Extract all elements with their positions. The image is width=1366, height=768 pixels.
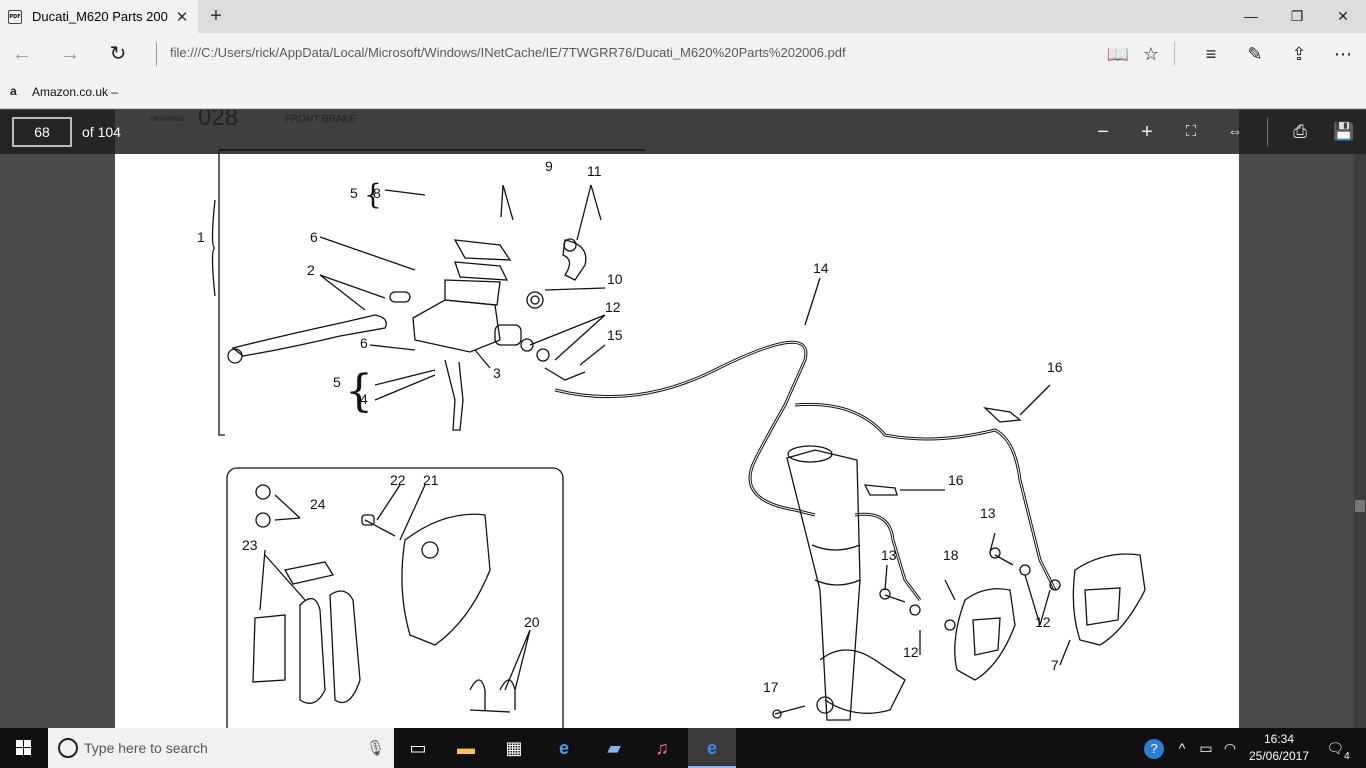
windows-logo-icon	[16, 740, 31, 755]
web-note-icon[interactable]: ✎	[1241, 41, 1269, 67]
favorite-amazon[interactable]: Amazon.co.uk –	[32, 85, 118, 99]
reading-view-icon[interactable]: 📖	[1104, 41, 1132, 67]
hub-icon[interactable]: ≡	[1197, 41, 1225, 67]
divider	[1174, 42, 1175, 66]
itunes-icon[interactable]: ♫	[638, 728, 686, 768]
callout: 1	[197, 229, 205, 245]
svg-text:{: {	[345, 366, 373, 417]
show-hidden-icons-icon[interactable]: ^	[1170, 728, 1194, 768]
favorite-star-icon[interactable]: ☆	[1137, 41, 1165, 67]
screen: PDF Ducati_M620 Parts 2006 ✕ + — ❐ ✕ ← →…	[0, 0, 1366, 768]
pdf-icon: PDF	[8, 9, 22, 24]
notification-icon: 🗨	[1326, 740, 1345, 756]
callout: 15	[607, 327, 623, 343]
callout: 12	[605, 299, 621, 315]
callout: 6	[360, 335, 368, 351]
callout: 9	[545, 158, 553, 174]
callout: 17	[763, 679, 779, 695]
page-total: of 104	[82, 124, 121, 140]
date: 25/06/2017	[1248, 749, 1310, 763]
action-center-icon[interactable]: 🗨4	[1318, 728, 1358, 768]
page-number-input[interactable]: 68	[12, 117, 72, 147]
callout: 13	[980, 505, 996, 521]
callout: 16	[1047, 359, 1063, 375]
amazon-icon[interactable]: a	[10, 84, 17, 98]
tab-active[interactable]: PDF Ducati_M620 Parts 2006 ✕	[0, 0, 198, 33]
scrollbar-thumb[interactable]	[1355, 500, 1365, 512]
taskbar: Type here to search 🎙 ▭ ▬ ▦ e ▰ ♫ e ? ^ …	[0, 728, 1366, 768]
close-tab-icon[interactable]: ✕	[174, 8, 190, 26]
refresh-icon[interactable]: ↻	[104, 41, 132, 67]
callout: 5	[333, 374, 341, 390]
save-icon[interactable]: 💾	[1329, 119, 1359, 145]
taskbar-clock[interactable]: 16:34 25/06/2017	[1248, 731, 1310, 765]
fit-width-icon[interactable]: ⇔	[1220, 119, 1250, 145]
cortana-icon	[58, 738, 78, 758]
taskbar-search[interactable]: Type here to search 🎙	[48, 728, 394, 768]
zoom-in-icon[interactable]: +	[1132, 119, 1162, 145]
favorites-bar: a Amazon.co.uk –	[0, 75, 1366, 109]
search-placeholder[interactable]: Type here to search	[84, 740, 208, 756]
forward-icon[interactable]: →	[56, 41, 84, 67]
new-tab-button[interactable]: +	[204, 5, 228, 29]
minimize-icon[interactable]: —	[1228, 0, 1274, 33]
help-icon[interactable]: ?	[1140, 728, 1168, 768]
callout: 10	[607, 271, 623, 287]
internet-explorer-icon[interactable]: e	[540, 728, 588, 768]
callout: 24	[310, 496, 326, 512]
pdf-page: 1 2 3 4 5 5 6 6 7 8 9 10 11 12 12 12 12	[115, 110, 1239, 728]
zoom-out-icon[interactable]: −	[1088, 119, 1118, 145]
callout: 2	[307, 262, 315, 278]
divider	[156, 42, 157, 66]
microphone-icon[interactable]: 🎙	[366, 739, 385, 757]
tab-title: Ducati_M620 Parts 2006	[32, 9, 168, 24]
notification-count: 4	[1344, 751, 1350, 762]
calculator-icon[interactable]: ▦	[490, 728, 538, 768]
print-icon[interactable]: ⎙	[1285, 119, 1315, 145]
callout: 6	[310, 229, 318, 245]
vertical-scrollbar[interactable]	[1354, 154, 1366, 728]
pdf-viewer: 1 2 3 4 5 5 6 6 7 8 9 10 11 12 12 12 12	[0, 110, 1366, 728]
callout: 14	[813, 260, 829, 276]
callout: 16	[948, 472, 964, 488]
share-icon[interactable]: ⇪	[1285, 41, 1313, 67]
callout: 13	[881, 547, 897, 563]
callout: 11	[587, 163, 602, 179]
callout: 12	[1035, 614, 1051, 630]
callout: 12	[903, 644, 919, 660]
svg-text:{: {	[364, 178, 382, 211]
callout: 22	[390, 472, 406, 488]
back-icon[interactable]: ←	[8, 41, 36, 67]
callout: 23	[242, 537, 258, 553]
address-bar[interactable]: file:///C:/Users/rick/AppData/Local/Micr…	[170, 45, 846, 60]
divider	[1267, 118, 1268, 146]
navigation-bar: ← → ↻ file:///C:/Users/rick/AppData/Loca…	[0, 33, 1366, 75]
desktop-app-icon[interactable]: ▰	[590, 728, 638, 768]
time: 16:34	[1263, 732, 1295, 746]
drawing-number: 028	[198, 110, 239, 131]
parts-diagram: 1 2 3 4 5 5 6 6 7 8 9 10 11 12 12 12 12	[197, 149, 1146, 728]
edge-icon[interactable]: e	[688, 728, 736, 768]
battery-icon[interactable]: ▭	[1194, 728, 1218, 768]
drawing-title: FRONT BRAKE	[285, 114, 356, 125]
callout: 18	[943, 547, 959, 563]
callout: 21	[423, 472, 439, 488]
more-icon[interactable]: ⋯	[1329, 41, 1357, 67]
tab-bar: PDF Ducati_M620 Parts 2006 ✕ + — ❐ ✕	[0, 0, 1366, 33]
close-window-icon[interactable]: ✕	[1320, 0, 1366, 33]
fit-page-icon[interactable]: ⛶	[1176, 119, 1206, 145]
pdf-toolbar: 68 of 104 DRAWING 028 FRONT BRAKE − + ⛶ …	[0, 110, 1366, 154]
drawing-label: DRAWING	[150, 116, 184, 123]
task-view-icon[interactable]: ▭	[394, 728, 442, 768]
wifi-icon[interactable]: ◠	[1218, 728, 1242, 768]
callout: 20	[524, 614, 540, 630]
file-explorer-icon[interactable]: ▬	[442, 728, 490, 768]
callout: 5	[350, 185, 358, 201]
restore-icon[interactable]: ❐	[1274, 0, 1320, 33]
start-button[interactable]	[0, 728, 48, 768]
callout: 7	[1051, 657, 1059, 673]
callout: 3	[493, 365, 501, 381]
